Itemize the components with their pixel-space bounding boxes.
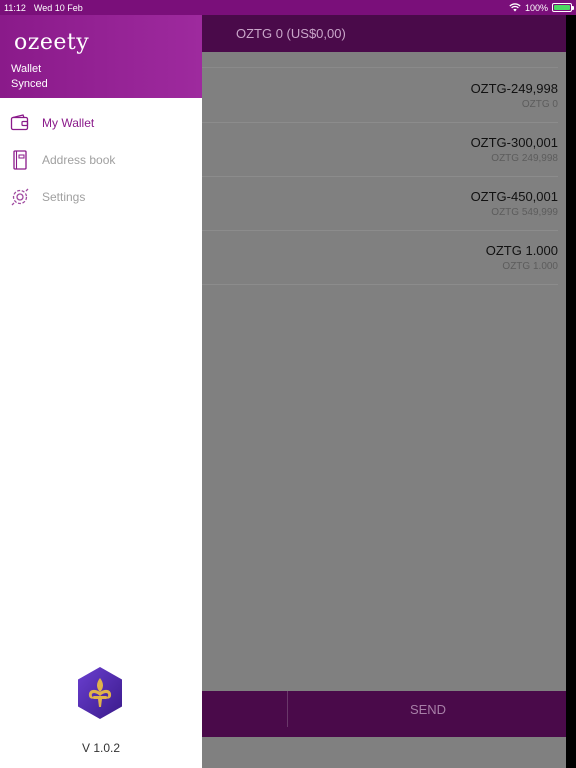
wallet-icon: [10, 113, 30, 133]
side-drawer: ozeety Wallet Synced My Wallet Address b…: [0, 15, 202, 768]
send-button[interactable]: SEND: [288, 691, 568, 727]
drawer-header: ozeety Wallet Synced: [0, 15, 202, 98]
transaction-row[interactable]: OZTG-300,001 OZTG 249,998: [202, 123, 558, 177]
sync-status: Synced: [11, 78, 48, 90]
transaction-balance: OZTG 549,999: [491, 207, 558, 218]
divider: [202, 67, 558, 68]
transaction-row[interactable]: OZTG-450,001 OZTG 549,999: [202, 177, 558, 231]
menu-label: Settings: [42, 189, 86, 204]
app-version: V 1.0.2: [81, 741, 121, 755]
status-date: Wed 10 Feb: [33, 2, 83, 13]
wifi-icon: [509, 3, 521, 12]
battery-percent: 100%: [524, 2, 548, 13]
transaction-amount: OZTG-300,001: [470, 135, 558, 150]
bottom-strip: [202, 727, 568, 737]
wallet-label: Wallet: [11, 63, 42, 75]
settings-icon: [10, 187, 30, 207]
transaction-list: OZTG-249,998 OZTG 0 OZTG-300,001 OZTG 24…: [202, 69, 558, 285]
transaction-row[interactable]: OZTG-249,998 OZTG 0: [202, 69, 558, 123]
status-bar: 11:12 Wed 10 Feb 100%: [0, 0, 576, 15]
menu-item-my-wallet[interactable]: My Wallet: [0, 104, 202, 141]
menu-item-address-book[interactable]: Address book: [0, 141, 202, 178]
menu-item-settings[interactable]: Settings: [0, 178, 202, 215]
app-logo: ozeety: [14, 30, 90, 55]
transaction-balance: OZTG 0: [521, 99, 558, 110]
app-badge-logo: [76, 666, 124, 720]
transaction-row[interactable]: OZTG 1.000 OZTG 1.000: [202, 231, 558, 285]
address-book-icon: [10, 149, 30, 170]
balance-text: OZTG 0 (US$0,00): [236, 26, 346, 41]
transaction-balance: OZTG 249,998: [491, 153, 558, 164]
drawer-menu: My Wallet Address book Settings: [0, 98, 202, 215]
transaction-amount: OZTG 1.000: [485, 243, 558, 258]
action-bar: SEND: [202, 691, 568, 727]
status-right: 100%: [509, 2, 574, 13]
battery-icon: [552, 3, 574, 12]
screen-edge: [566, 15, 576, 768]
menu-label: My Wallet: [42, 115, 95, 130]
transaction-amount: OZTG-450,001: [470, 189, 558, 204]
menu-label: Address book: [42, 152, 116, 167]
transaction-balance: OZTG 1.000: [502, 261, 558, 272]
status-time: 11:12: [4, 2, 26, 13]
transaction-amount: OZTG-249,998: [470, 81, 558, 96]
